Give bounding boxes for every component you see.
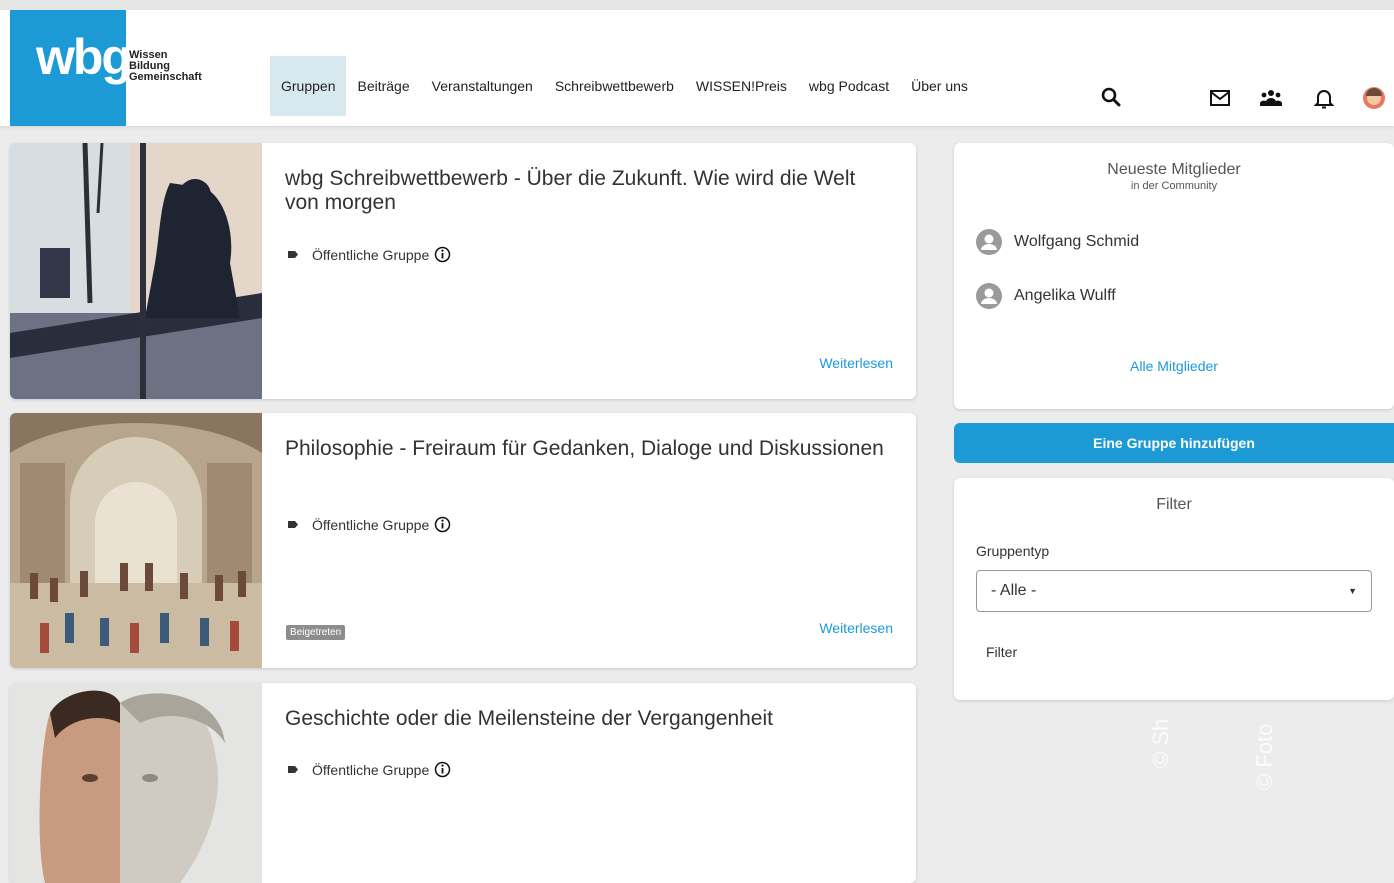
info-icon[interactable] [434, 761, 451, 778]
group-icon[interactable] [1259, 86, 1283, 110]
user-avatar-icon[interactable] [1362, 86, 1386, 110]
newest-members-panel: Neueste Mitglieder in der Community Wolf… [954, 143, 1394, 409]
member-item[interactable]: Angelika Wulff [976, 283, 1116, 309]
filter-button[interactable]: Filter [986, 644, 1017, 660]
read-more-link[interactable]: Weiterlesen [819, 620, 893, 636]
info-icon[interactable] [434, 516, 451, 533]
tag-icon [288, 251, 298, 258]
mail-icon[interactable] [1208, 86, 1232, 110]
group-type-label: Gruppentyp [976, 543, 1050, 559]
members-title: Neueste Mitglieder [1107, 161, 1241, 178]
logo-mark: wbg [36, 29, 132, 85]
member-item[interactable]: Wolfgang Schmid [976, 229, 1139, 255]
nav-item-beitraege[interactable]: Beiträge [346, 56, 420, 116]
add-group-button[interactable]: Eine Gruppe hinzufügen [954, 423, 1394, 463]
group-title[interactable]: wbg Schreibwettbewerb - Über die Zukunft… [285, 167, 885, 215]
all-members-link[interactable]: Alle Mitglieder [954, 358, 1394, 374]
group-image [10, 143, 262, 399]
bell-icon[interactable] [1312, 86, 1336, 110]
logo[interactable]: wbg [10, 10, 132, 126]
group-image [10, 683, 262, 883]
group-card[interactable]: wbg Schreibwettbewerb - Über die Zukunft… [10, 143, 916, 399]
nav-item-podcast[interactable]: wbg Podcast [798, 56, 900, 116]
nav-item-wissenpreis[interactable]: WISSEN!Preis [685, 56, 798, 116]
logo-word: Gemeinschaft [129, 71, 202, 83]
nav-item-schreibwettbewerb[interactable]: Schreibwettbewerb [544, 56, 685, 116]
group-type-label: Öffentliche Gruppe [312, 516, 430, 533]
search-icon[interactable] [1100, 86, 1122, 108]
nav-item-ueber-uns[interactable]: Über uns [900, 56, 979, 116]
main-nav: Gruppen Beiträge Veranstaltungen Schreib… [270, 56, 979, 116]
user-avatar-icon [976, 229, 1002, 255]
filter-title: Filter [1156, 496, 1192, 513]
group-type: Öffentliche Gruppe [288, 516, 451, 533]
members-subtitle: in der Community [1130, 180, 1218, 192]
logo-wordmark: Wissen Bildung Gemeinschaft [129, 50, 202, 83]
tag-icon [288, 766, 298, 773]
group-card[interactable]: Philosophie - Freiraum für Gedanken, Dia… [10, 413, 916, 668]
group-type-label: Öffentliche Gruppe [312, 761, 430, 778]
nav-item-veranstaltungen[interactable]: Veranstaltungen [421, 56, 544, 116]
read-more-link[interactable]: Weiterlesen [819, 355, 893, 371]
group-type: Öffentliche Gruppe [288, 246, 451, 263]
member-name[interactable]: Wolfgang Schmid [1014, 233, 1139, 251]
filter-panel: Filter Gruppentyp - Alle - ▼ Filter [954, 478, 1394, 700]
dropdown-arrow-icon: ▼ [1348, 586, 1357, 596]
member-name[interactable]: Angelika Wulff [1014, 287, 1116, 305]
group-image [10, 413, 262, 668]
group-type-select[interactable]: - Alle - ▼ [976, 570, 1372, 612]
group-type: Öffentliche Gruppe [288, 761, 451, 778]
group-type-label: Öffentliche Gruppe [312, 246, 430, 263]
user-avatar-icon [976, 283, 1002, 309]
group-title[interactable]: Philosophie - Freiraum für Gedanken, Dia… [285, 437, 885, 461]
watermark: © Sh [1148, 718, 1173, 768]
watermark: © Foto [1252, 723, 1277, 790]
nav-item-gruppen[interactable]: Gruppen [270, 56, 347, 116]
group-type-value: - Alle - [991, 582, 1037, 599]
tag-icon [288, 521, 298, 528]
group-title[interactable]: Geschichte oder die Meilensteine der Ver… [285, 707, 885, 731]
group-card[interactable]: Geschichte oder die Meilensteine der Ver… [10, 683, 916, 883]
info-icon[interactable] [434, 246, 451, 263]
joined-badge: Beigetreten [286, 625, 346, 640]
